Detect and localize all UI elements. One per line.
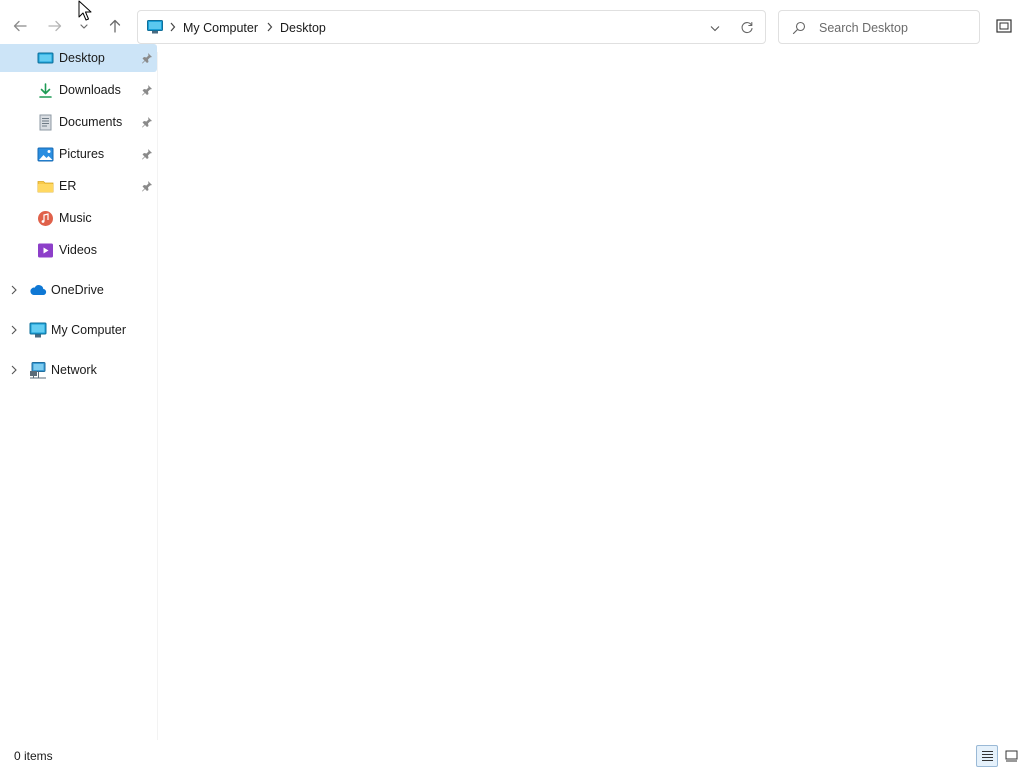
pin-icon: [142, 85, 152, 96]
refresh-button[interactable]: [736, 18, 758, 38]
cloud-icon: [30, 285, 47, 296]
pictures-icon: [37, 147, 54, 162]
address-bar[interactable]: My Computer Desktop: [137, 10, 766, 44]
chevron-right-icon: [11, 365, 17, 375]
details-pane-button[interactable]: [992, 14, 1016, 38]
status-bar: 0 items: [0, 740, 1024, 768]
computer-icon: [29, 322, 47, 338]
pin-icon: [142, 117, 152, 128]
folder-icon: [37, 181, 54, 193]
network-icon: [30, 362, 46, 379]
search-input[interactable]: [819, 18, 974, 38]
refresh-icon: [741, 21, 753, 34]
large-icons-view-button[interactable]: [1000, 745, 1022, 767]
pin-icon: [142, 149, 152, 160]
navigation-pane: Desktop Downloads Documents Pictures ER …: [0, 44, 157, 740]
sidebar-item-label: ER: [59, 179, 77, 193]
chevron-right-icon: [11, 325, 17, 335]
search-box[interactable]: [778, 10, 980, 44]
sidebar-item-downloads[interactable]: Downloads: [0, 76, 157, 104]
breadcrumb-my-computer[interactable]: My Computer: [183, 19, 258, 37]
chevron-right-icon: [170, 22, 175, 32]
details-pane-icon: [996, 19, 1012, 33]
sidebar-item-pictures[interactable]: Pictures: [0, 140, 157, 168]
download-icon: [39, 83, 52, 98]
file-list-area[interactable]: [158, 52, 1024, 740]
arrow-right-icon: [48, 20, 62, 32]
sidebar-item-network[interactable]: Network: [0, 356, 157, 384]
up-button[interactable]: [101, 12, 129, 40]
large-icons-view-icon: [1005, 750, 1017, 762]
video-icon: [38, 243, 53, 258]
pin-icon: [142, 53, 152, 64]
sidebar-item-desktop[interactable]: Desktop: [0, 44, 157, 72]
chevron-down-icon: [710, 25, 720, 31]
pin-icon: [142, 181, 152, 192]
expand-chevron[interactable]: [9, 324, 19, 336]
sidebar-item-videos[interactable]: Videos: [0, 236, 157, 264]
sidebar-item-label: Downloads: [59, 83, 121, 97]
sidebar-item-label: My Computer: [51, 323, 127, 337]
sidebar-item-documents[interactable]: Documents: [0, 108, 157, 136]
sidebar-item-music[interactable]: Music: [0, 204, 157, 232]
sidebar-item-er[interactable]: ER: [0, 172, 157, 200]
sidebar-item-label: Network: [51, 363, 97, 377]
arrow-up-icon: [109, 19, 121, 33]
expand-chevron[interactable]: [9, 284, 19, 296]
arrow-left-icon: [13, 20, 27, 32]
breadcrumb-separator[interactable]: [264, 19, 274, 35]
details-view-button[interactable]: [976, 745, 998, 767]
sidebar-item-label: OneDrive: [51, 283, 104, 297]
sidebar-item-label: Videos: [59, 243, 97, 257]
details-view-icon: [981, 751, 993, 761]
breadcrumb-separator[interactable]: [167, 19, 177, 35]
sidebar-item-my-computer[interactable]: My Computer: [0, 316, 157, 344]
back-button[interactable]: [6, 12, 34, 40]
chevron-down-icon: [80, 24, 88, 29]
file-explorer-window: My Computer Desktop Search Desktop Deskt…: [0, 0, 1024, 768]
sidebar-item-label: Pictures: [59, 147, 105, 161]
forward-button[interactable]: [41, 12, 69, 40]
breadcrumb-desktop[interactable]: Desktop: [280, 19, 326, 37]
item-count: 0 items: [14, 749, 53, 763]
document-icon: [39, 114, 52, 131]
computer-icon: [147, 20, 163, 34]
sidebar-item-onedrive[interactable]: OneDrive: [0, 276, 157, 304]
recent-locations-button[interactable]: [73, 12, 95, 40]
sidebar-item-label: Documents: [59, 115, 123, 129]
sidebar-item-label: Desktop: [59, 51, 105, 65]
chevron-right-icon: [11, 285, 17, 295]
expand-chevron[interactable]: [9, 364, 19, 376]
chevron-right-icon: [267, 22, 272, 32]
sidebar-item-label: Music: [59, 211, 92, 225]
music-icon: [38, 211, 53, 226]
search-icon: [792, 21, 806, 35]
desktop-icon: [37, 52, 54, 64]
address-dropdown-button[interactable]: [704, 19, 726, 37]
